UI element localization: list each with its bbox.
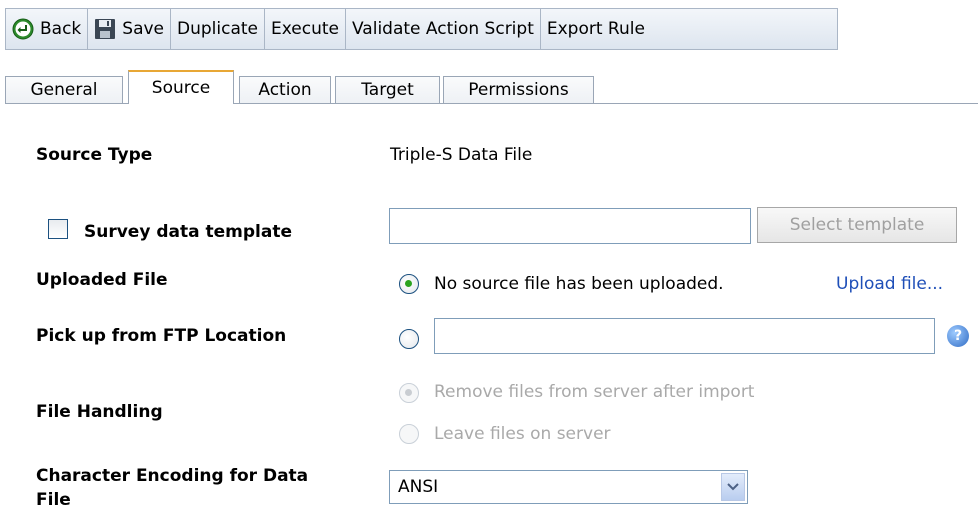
- tab-general[interactable]: General: [5, 76, 123, 103]
- toolbar-strip: Back Save Duplicate Execute Validate Act…: [5, 8, 838, 50]
- leave-files-radio[interactable]: [399, 424, 419, 444]
- toolbar: Back Save Duplicate Execute Validate Act…: [0, 0, 978, 52]
- help-icon[interactable]: ?: [947, 325, 969, 347]
- survey-template-label: Survey data template: [84, 222, 292, 242]
- export-rule-button[interactable]: Export Rule: [541, 9, 651, 49]
- ftp-location-label: Pick up from FTP Location: [36, 326, 287, 346]
- tab-action[interactable]: Action: [239, 76, 331, 103]
- encoding-select[interactable]: ANSI: [389, 470, 748, 504]
- file-handling-label: File Handling: [36, 402, 163, 422]
- select-template-button[interactable]: Select template: [757, 207, 957, 243]
- upload-file-link[interactable]: Upload file...: [836, 274, 943, 294]
- uploaded-file-radio[interactable]: [399, 274, 419, 294]
- tab-permissions[interactable]: Permissions: [443, 76, 594, 103]
- uploaded-file-label: Uploaded File: [36, 270, 168, 290]
- survey-template-checkbox[interactable]: [48, 219, 68, 239]
- execute-button[interactable]: Execute: [265, 9, 346, 49]
- chevron-down-icon[interactable]: [721, 473, 745, 501]
- execute-label: Execute: [271, 19, 339, 39]
- uploaded-file-status: No source file has been uploaded.: [434, 274, 724, 294]
- save-label: Save: [122, 19, 165, 39]
- duplicate-label: Duplicate: [177, 19, 259, 39]
- survey-template-input[interactable]: [389, 208, 751, 244]
- back-button[interactable]: Back: [6, 9, 89, 49]
- duplicate-button[interactable]: Duplicate: [171, 9, 266, 49]
- tab-source[interactable]: Source: [128, 70, 234, 104]
- encoding-selected-value: ANSI: [398, 477, 439, 497]
- export-label: Export Rule: [546, 19, 645, 39]
- ftp-location-input[interactable]: [434, 318, 935, 354]
- tab-target[interactable]: Target: [335, 76, 440, 103]
- leave-files-label: Leave files on server: [434, 424, 611, 444]
- encoding-label-line2: File: [36, 490, 71, 510]
- floppy-disk-icon: [94, 18, 116, 40]
- validate-label: Validate Action Script: [352, 19, 534, 39]
- validate-action-script-button[interactable]: Validate Action Script: [346, 9, 541, 49]
- encoding-label-line1: Character Encoding for Data: [36, 466, 309, 486]
- source-type-label: Source Type: [36, 145, 153, 165]
- back-label: Back: [40, 19, 82, 39]
- remove-files-radio[interactable]: [399, 383, 419, 403]
- source-type-value: Triple-S Data File: [390, 145, 533, 165]
- tab-bar: General Source Action Target Permissions: [5, 70, 978, 106]
- back-arrow-icon: [12, 18, 34, 40]
- ftp-location-radio[interactable]: [399, 329, 419, 349]
- remove-files-label: Remove files from server after import: [434, 382, 755, 402]
- save-button[interactable]: Save: [88, 9, 172, 49]
